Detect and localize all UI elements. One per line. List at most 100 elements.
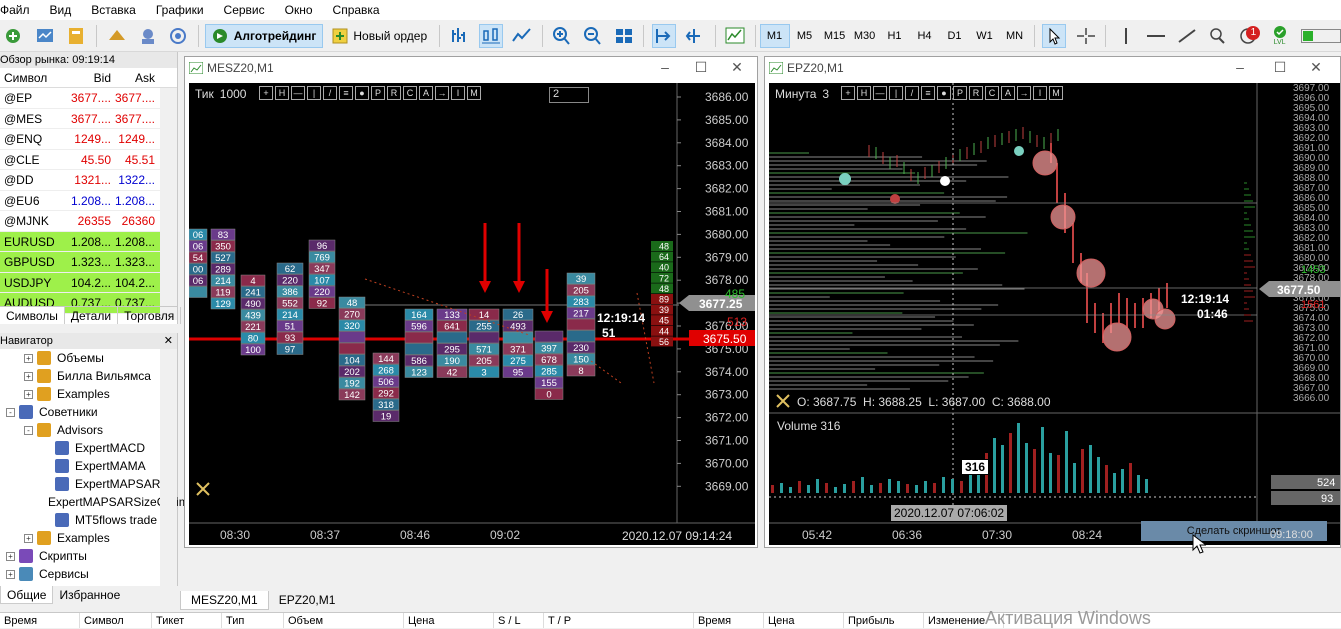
navigator-tab-0[interactable]: Общие — [0, 586, 54, 604]
trendline-icon[interactable] — [1176, 24, 1199, 48]
chart-tab-0[interactable]: MESZ20,M1 — [180, 590, 269, 610]
market-row[interactable]: @EP 3677.... 3677.... — [0, 88, 177, 109]
lvl-icon[interactable]: LVL — [1268, 24, 1291, 48]
chart-tool-button[interactable]: | — [307, 86, 321, 100]
market-watch-icon[interactable] — [66, 24, 89, 48]
market-tab-0[interactable]: Символы — [0, 307, 65, 324]
menu-item-4[interactable]: Сервис — [214, 0, 275, 20]
chart-tool-button[interactable]: M — [1049, 86, 1063, 100]
timeframe-m15[interactable]: M15 — [820, 24, 850, 48]
terminal-col[interactable]: Тип — [222, 613, 284, 628]
terminal-col[interactable]: Цена — [764, 613, 844, 628]
menu-item-2[interactable]: Вставка — [81, 0, 146, 20]
chart-tool-button[interactable]: C — [403, 86, 417, 100]
crosshair-icon[interactable] — [1074, 24, 1097, 48]
chart1-tools-icon[interactable] — [195, 481, 211, 500]
market-row[interactable]: @MJNK 26355 26360 — [0, 211, 177, 232]
chart-tab-1[interactable]: EPZ20,M1 — [269, 591, 346, 609]
chart-tool-button[interactable]: R — [387, 86, 401, 100]
chart-tool-button[interactable]: + — [841, 86, 855, 100]
navigator-item[interactable]: + Объемы — [0, 349, 177, 367]
timeframe-mn[interactable]: MN — [1000, 24, 1030, 48]
market-row[interactable]: @CLE 45.50 45.51 — [0, 150, 177, 170]
navigator-tab-1[interactable]: Избранное — [53, 586, 126, 604]
market-row[interactable]: GBPUSD 1.323... 1.323... — [0, 252, 177, 273]
line-chart-icon[interactable] — [511, 24, 534, 48]
market-row[interactable]: @ENQ 1249... 1249... — [0, 129, 177, 150]
chart-tool-button[interactable]: P — [953, 86, 967, 100]
chart-tool-button[interactable]: — — [873, 86, 887, 100]
chart-tool-button[interactable]: ≡ — [921, 86, 935, 100]
profiles-icon[interactable] — [35, 24, 58, 48]
navigator-item[interactable]: ExpertMAPSAR — [0, 475, 177, 493]
expand-icon[interactable]: + — [24, 353, 33, 363]
market-row[interactable]: @EU6 1.208... 1.208... — [0, 191, 177, 211]
terminal-col[interactable]: Тикет — [152, 613, 222, 628]
terminal-col[interactable]: Цена — [404, 613, 494, 628]
signals-icon[interactable] — [167, 24, 190, 48]
expand-icon[interactable]: + — [6, 551, 15, 561]
expand-icon[interactable]: + — [24, 389, 33, 399]
zoom-out-icon[interactable] — [581, 24, 604, 48]
navigator-item[interactable]: ExpertMACD — [0, 439, 177, 457]
timeframe-h4[interactable]: H4 — [910, 24, 940, 48]
timeframe-h1[interactable]: H1 — [880, 24, 910, 48]
minimize-icon[interactable]: – — [655, 59, 675, 77]
cursor-icon[interactable] — [1042, 23, 1067, 48]
market-row[interactable]: @MES 3677.... 3677.... — [0, 109, 177, 129]
chart2-tools-icon[interactable] — [775, 393, 791, 412]
chart-tool-button[interactable]: ≡ — [339, 86, 353, 100]
timeframe-d1[interactable]: D1 — [940, 24, 970, 48]
candle-chart-icon[interactable] — [478, 23, 503, 48]
tile-windows-icon[interactable] — [612, 24, 635, 48]
chart-tool-button[interactable]: / — [905, 86, 919, 100]
navigator-item[interactable]: ExpertMAMA — [0, 457, 177, 475]
terminal-col[interactable]: S / L — [494, 613, 544, 628]
navigator-item[interactable]: + Билла Вильямса — [0, 367, 177, 385]
navigator-item[interactable]: + Скрипты — [0, 547, 177, 565]
templates-icon[interactable] — [724, 24, 747, 48]
terminal-col[interactable]: Время — [694, 613, 764, 628]
market-tab-2[interactable]: Торговля — [118, 307, 182, 324]
menu-item-5[interactable]: Окно — [275, 0, 323, 20]
menu-item-6[interactable]: Справка — [323, 0, 390, 20]
chart-tool-button[interactable]: → — [435, 86, 449, 100]
terminal-col[interactable]: T / P — [544, 613, 694, 628]
chart-tool-button[interactable]: H — [857, 86, 871, 100]
col-symbol[interactable]: Символ — [0, 68, 70, 87]
collapse-icon[interactable]: - — [24, 425, 33, 435]
menu-item-0[interactable]: Файл — [0, 0, 40, 20]
navigator-item[interactable]: - Advisors — [0, 421, 177, 439]
col-ask[interactable]: Ask — [114, 68, 158, 87]
chart-tool-button[interactable]: — — [291, 86, 305, 100]
timeframe-w1[interactable]: W1 — [970, 24, 1000, 48]
search-icon[interactable] — [1207, 24, 1230, 48]
chart-tool-button[interactable]: | — [889, 86, 903, 100]
terminal-col[interactable]: Прибыль — [844, 613, 924, 628]
chart-tool-button[interactable]: → — [1017, 86, 1031, 100]
navigator-item[interactable]: MT5flows trade — [0, 511, 177, 529]
chart-tool-button[interactable]: M — [467, 86, 481, 100]
timeframe-m1[interactable]: M1 — [759, 23, 790, 48]
market-row[interactable]: EURUSD 1.208... 1.208... — [0, 231, 177, 252]
close-icon[interactable]: ✕ — [1306, 59, 1326, 77]
autoscroll-icon[interactable] — [652, 23, 677, 48]
navigator-close-icon[interactable]: ✕ — [164, 333, 173, 349]
chart2-canvas[interactable]: 3697.00 3696.00 3695.00 3694.00 3693.00 3692.… — [769, 83, 1340, 545]
navigator-item[interactable]: - Советники — [0, 403, 177, 421]
navigator-item[interactable]: ExpertMAPSARSizeOptimized — [0, 493, 211, 511]
menu-item-1[interactable]: Вид — [40, 0, 82, 20]
navigator-icon[interactable] — [136, 24, 159, 48]
chart-tool-button[interactable]: I — [1033, 86, 1047, 100]
chart-tool-button[interactable]: I — [451, 86, 465, 100]
data-window-icon[interactable] — [105, 24, 128, 48]
terminal-col[interactable]: Символ — [80, 613, 152, 628]
minimize-icon[interactable]: – — [1230, 59, 1250, 77]
chart-tool-button[interactable]: R — [969, 86, 983, 100]
expand-icon[interactable]: + — [24, 371, 33, 381]
algotrading-button[interactable]: Алготрейдинг — [204, 23, 324, 48]
chart-shift-icon[interactable] — [684, 24, 707, 48]
navigator-item[interactable]: + Examples — [0, 529, 177, 547]
zoom-in-icon[interactable] — [551, 24, 574, 48]
chart-tool-button[interactable]: ● — [937, 86, 951, 100]
